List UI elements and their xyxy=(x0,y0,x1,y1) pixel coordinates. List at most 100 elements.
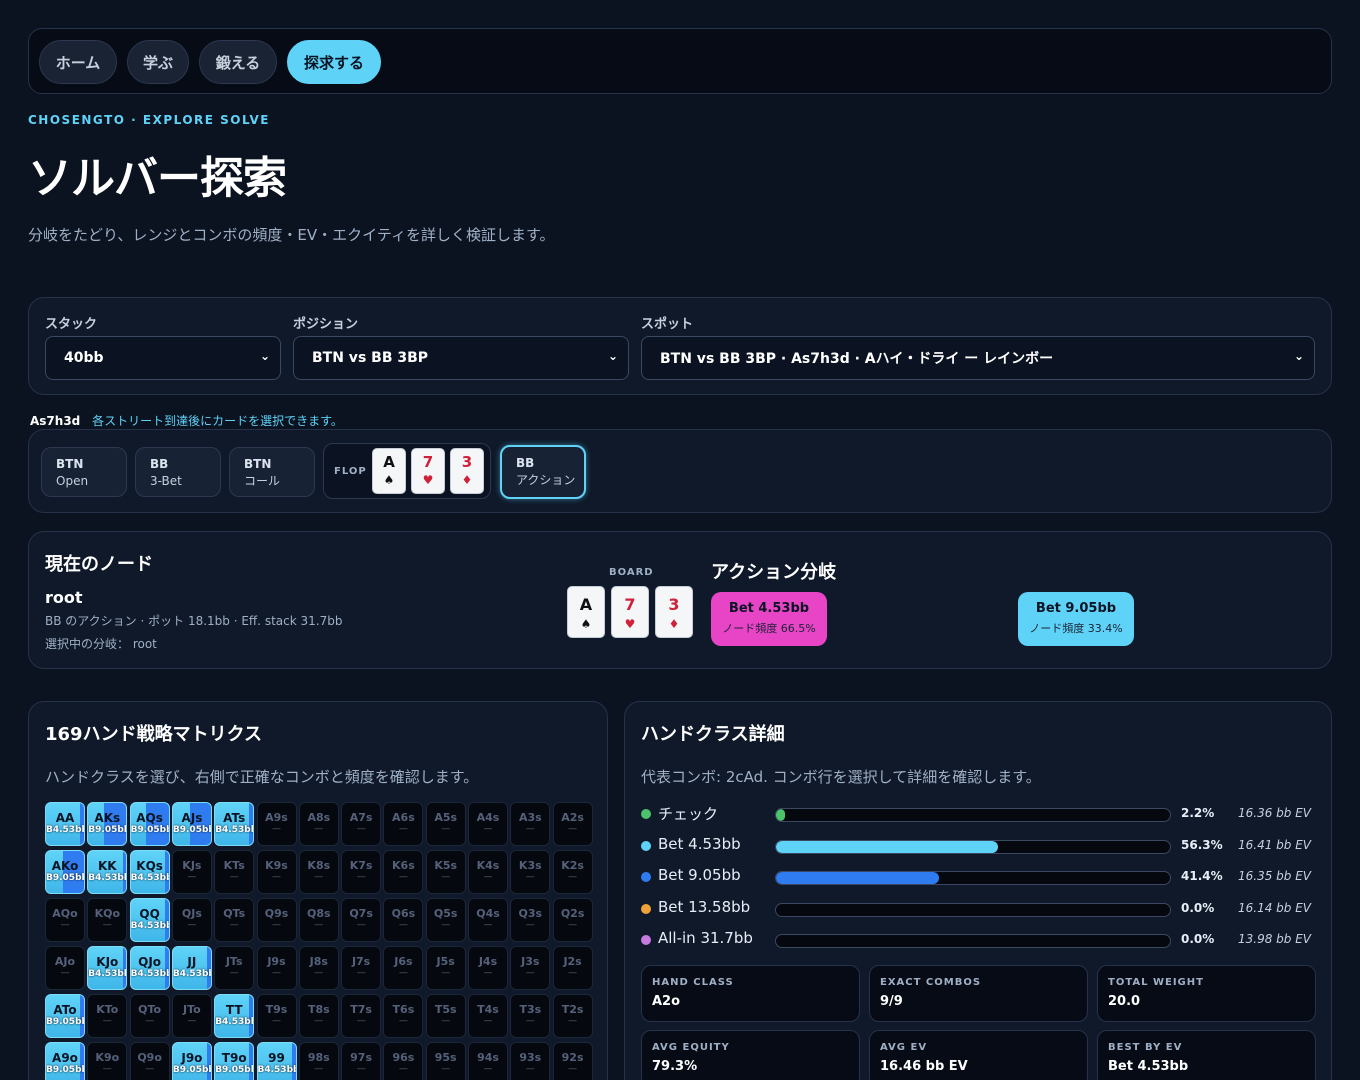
hand-cell-aqo[interactable]: AQo — xyxy=(45,898,85,942)
position-select[interactable]: BTN vs BB 3BP ⌄ xyxy=(293,336,629,380)
hand-cell-q7s[interactable]: Q7s — xyxy=(341,898,382,942)
hand-cell-j2s[interactable]: J2s — xyxy=(552,946,593,990)
hand-cell-kjo[interactable]: KJo B4.53bb xyxy=(87,946,128,990)
hand-cell-t4s[interactable]: T4s — xyxy=(468,994,508,1038)
hand-cell-a4s[interactable]: A4s — xyxy=(468,802,508,846)
hand-cell-k6s[interactable]: K6s — xyxy=(383,850,424,894)
hand-cell-q6s[interactable]: Q6s — xyxy=(383,898,424,942)
hand-cell-t2s[interactable]: T2s — xyxy=(552,994,593,1038)
flop-card-3[interactable]: 3 ♦ xyxy=(450,448,484,494)
hand-name: 94s xyxy=(477,1051,499,1064)
hand-cell-q9s[interactable]: Q9s — xyxy=(256,898,297,942)
nav-train-button[interactable]: 鍛える xyxy=(199,40,277,84)
hand-cell-ats[interactable]: ATs B4.53bb xyxy=(214,802,255,846)
hand-cell-k4s[interactable]: K4s — xyxy=(468,850,508,894)
hand-cell-kjs[interactable]: KJs — xyxy=(171,850,212,894)
hand-cell-ako[interactable]: AKo B9.05bb xyxy=(45,850,85,894)
hand-cell-jts[interactable]: JTs — xyxy=(214,946,255,990)
spot-select[interactable]: BTN vs BB 3BP · As7h3d · Aハイ・ドライ ー レインボー… xyxy=(641,336,1315,380)
hand-cell-aqs[interactable]: AQs B9.05bb xyxy=(129,802,170,846)
hand-cell-jto[interactable]: JTo — xyxy=(171,994,212,1038)
hand-cell-t9s[interactable]: T9s — xyxy=(256,994,297,1038)
hand-cell-t9o[interactable]: T9o B9.05bb xyxy=(214,1042,255,1080)
hand-cell-k9o[interactable]: K9o — xyxy=(87,1042,128,1080)
hand-cell-kk[interactable]: KK B4.53bb xyxy=(87,850,128,894)
hand-cell-qjo[interactable]: QJo B4.53bb xyxy=(129,946,170,990)
frequency-row[interactable]: チェック 2.2% 16.36 bb EV xyxy=(641,803,1321,823)
hand-cell-93s[interactable]: 93s — xyxy=(510,1042,551,1080)
hand-cell-k5s[interactable]: K5s — xyxy=(425,850,466,894)
hand-cell-99[interactable]: 99 B4.53bb xyxy=(256,1042,297,1080)
nav-home-button[interactable]: ホーム xyxy=(39,40,117,84)
hand-cell-k9s[interactable]: K9s — xyxy=(256,850,297,894)
frequency-row[interactable]: Bet 4.53bb 56.3% 16.41 bb EV xyxy=(641,835,1321,855)
hand-cell-a6s[interactable]: A6s — xyxy=(383,802,424,846)
path-step-btn-open[interactable]: BTN Open xyxy=(41,447,127,497)
hand-cell-k7s[interactable]: K7s — xyxy=(341,850,382,894)
hand-cell-t5s[interactable]: T5s — xyxy=(425,994,466,1038)
stack-select[interactable]: 40bb ⌄ xyxy=(45,336,281,380)
hand-cell-92s[interactable]: 92s — xyxy=(552,1042,593,1080)
hand-cell-jj[interactable]: JJ B4.53bb xyxy=(171,946,212,990)
hand-cell-96s[interactable]: 96s — xyxy=(383,1042,424,1080)
hand-cell-j3s[interactable]: J3s — xyxy=(510,946,551,990)
nav-learn-button[interactable]: 学ぶ xyxy=(127,40,189,84)
hand-cell-q8s[interactable]: Q8s — xyxy=(298,898,339,942)
hand-cell-k2s[interactable]: K2s — xyxy=(552,850,593,894)
hand-cell-ajo[interactable]: AJo — xyxy=(45,946,85,990)
hand-cell-a7s[interactable]: A7s — xyxy=(341,802,382,846)
hand-cell-a5s[interactable]: A5s — xyxy=(425,802,466,846)
hand-cell-a9o[interactable]: A9o B9.05bb xyxy=(45,1042,85,1080)
path-step-btn-call[interactable]: BTN コール xyxy=(229,447,315,497)
hand-cell-qjs[interactable]: QJs — xyxy=(171,898,212,942)
hand-cell-j5s[interactable]: J5s — xyxy=(425,946,466,990)
hand-cell-j6s[interactable]: J6s — xyxy=(383,946,424,990)
hand-cell-kqo[interactable]: KQo — xyxy=(87,898,128,942)
hand-cell-q4s[interactable]: Q4s — xyxy=(468,898,508,942)
hand-cell-97s[interactable]: 97s — xyxy=(341,1042,382,1080)
hand-cell-aa[interactable]: AA B4.53bb xyxy=(45,802,85,846)
hand-cell-q3s[interactable]: Q3s — xyxy=(510,898,551,942)
hand-cell-ato[interactable]: ATo B9.05bb xyxy=(45,994,85,1038)
hand-cell-j9o[interactable]: J9o B9.05bb xyxy=(171,1042,212,1080)
hand-cell-a8s[interactable]: A8s — xyxy=(298,802,339,846)
hand-cell-94s[interactable]: 94s — xyxy=(468,1042,508,1080)
hand-cell-qto[interactable]: QTo — xyxy=(129,994,170,1038)
nav-explore-button[interactable]: 探求する xyxy=(287,40,381,84)
hand-cell-q2s[interactable]: Q2s — xyxy=(552,898,593,942)
hand-cell-j4s[interactable]: J4s — xyxy=(468,946,508,990)
hand-cell-kqs[interactable]: KQs B4.53bb xyxy=(129,850,170,894)
hand-cell-tt[interactable]: TT B4.53bb xyxy=(214,994,255,1038)
hand-cell-qq[interactable]: QQ B4.53bb xyxy=(129,898,170,942)
hand-cell-t3s[interactable]: T3s — xyxy=(510,994,551,1038)
hand-cell-j7s[interactable]: J7s — xyxy=(341,946,382,990)
hand-cell-k3s[interactable]: K3s — xyxy=(510,850,551,894)
hand-cell-a2s[interactable]: A2s — xyxy=(552,802,593,846)
flop-card-1[interactable]: A ♠ xyxy=(372,448,406,494)
hand-cell-q9o[interactable]: Q9o — xyxy=(129,1042,170,1080)
hand-cell-t8s[interactable]: T8s — xyxy=(298,994,339,1038)
frequency-row[interactable]: All-in 31.7bb 0.0% 13.98 bb EV xyxy=(641,929,1321,949)
hand-cell-t6s[interactable]: T6s — xyxy=(383,994,424,1038)
hand-cell-a3s[interactable]: A3s — xyxy=(510,802,551,846)
hand-cell-q5s[interactable]: Q5s — xyxy=(425,898,466,942)
path-step-bb-3bet[interactable]: BB 3-Bet xyxy=(135,447,221,497)
hand-cell-k8s[interactable]: K8s — xyxy=(298,850,339,894)
hand-cell-qts[interactable]: QTs — xyxy=(214,898,255,942)
hand-cell-a9s[interactable]: A9s — xyxy=(256,802,297,846)
hand-cell-95s[interactable]: 95s — xyxy=(425,1042,466,1080)
flop-card-2[interactable]: 7 ♥ xyxy=(411,448,445,494)
frequency-row[interactable]: Bet 9.05bb 41.4% 16.35 bb EV xyxy=(641,866,1321,886)
hand-cell-kto[interactable]: KTo — xyxy=(87,994,128,1038)
action-bet-9-05-button[interactable]: Bet 9.05bb ノード頻度 33.4% xyxy=(1018,592,1134,646)
hand-cell-j9s[interactable]: J9s — xyxy=(256,946,297,990)
hand-cell-98s[interactable]: 98s — xyxy=(298,1042,339,1080)
hand-cell-aks[interactable]: AKs B9.05bb xyxy=(87,802,128,846)
action-bet-4-53-button[interactable]: Bet 4.53bb ノード頻度 66.5% xyxy=(711,592,827,646)
hand-cell-kts[interactable]: KTs — xyxy=(214,850,255,894)
hand-cell-t7s[interactable]: T7s — xyxy=(341,994,382,1038)
frequency-row[interactable]: Bet 13.58bb 0.0% 16.14 bb EV xyxy=(641,898,1321,918)
hand-cell-ajs[interactable]: AJs B9.05bb xyxy=(171,802,212,846)
hand-cell-j8s[interactable]: J8s — xyxy=(298,946,339,990)
path-step-bb-action[interactable]: BB アクション xyxy=(500,445,586,499)
